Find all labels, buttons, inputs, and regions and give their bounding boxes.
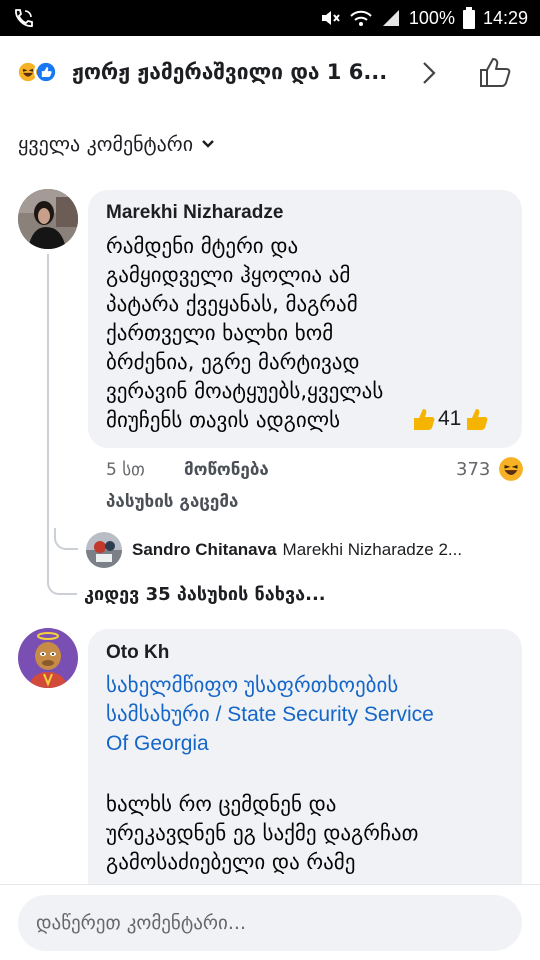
avatar-image <box>18 189 78 249</box>
comment-text: ხალხს რო ცემდნენ და ურეკავდნენ ეგ საქმე … <box>106 792 419 874</box>
clock: 14:29 <box>482 7 528 28</box>
filter-label: ყველა კომენტარი <box>18 132 194 156</box>
chevron-right-icon[interactable] <box>418 60 440 86</box>
like-button[interactable] <box>478 56 512 88</box>
avatar[interactable] <box>18 628 78 688</box>
comment-author[interactable]: Marekhi Nizharadze <box>106 202 283 224</box>
thumbs-up-emoji-icon <box>467 409 488 430</box>
comment-input[interactable]: დაწერეთ კომენტარი... <box>18 895 522 951</box>
mute-icon <box>321 11 340 25</box>
view-more-replies-link[interactable]: კიდევ 35 პასუხის ნახვა... <box>84 584 326 605</box>
thumbs-up-emoji-icon <box>414 409 435 430</box>
comment-reply-button[interactable]: პასუხის გაცემა <box>106 492 238 512</box>
reaction-count: 373 <box>456 458 491 480</box>
comment-timestamp: 5 სთ <box>106 460 145 480</box>
like-reaction-icon <box>34 60 58 84</box>
comment-text: რამდენი მტერი და გამყიდველი ჰყოლია ამ პა… <box>106 234 384 432</box>
avatar-image <box>18 628 78 688</box>
phone-call-icon <box>15 9 33 27</box>
comment-reaction-count[interactable]: 373 <box>456 456 524 482</box>
reply-connector <box>54 528 78 550</box>
reply-avatar-image <box>86 532 122 568</box>
more-replies-connector <box>47 575 77 595</box>
reaction-icons <box>16 60 64 84</box>
battery-percent: 100% <box>408 7 455 28</box>
reactions-bar[interactable]: ჟორჟ ჟამერაშვილი და 1 6... <box>0 36 540 108</box>
signal-icon <box>382 10 399 26</box>
comment-filter-dropdown[interactable]: ყველა კომენტარი <box>18 132 215 156</box>
haha-reaction-icon <box>499 457 524 481</box>
thread-line <box>47 254 49 580</box>
reply-avatar[interactable] <box>86 532 122 568</box>
status-bar: 100% 14:29 <box>0 0 540 36</box>
comment-tail-number: 41 <box>438 407 462 430</box>
comment-author[interactable]: Oto Kh <box>106 642 169 664</box>
comment-like-button[interactable]: მოწონება <box>184 460 269 480</box>
reply-preview[interactable]: Sandro Chitanava Marekhi Nizharadze 2... <box>86 532 462 568</box>
reaction-summary[interactable]: ჟორჟ ჟამერაშვილი და 1 6... <box>72 60 387 84</box>
tagged-page-link[interactable]: სახელმწიფო უსაფრთხოების სამსახური / Stat… <box>106 671 516 758</box>
comment-tail: 41 <box>410 406 489 432</box>
avatar[interactable] <box>18 189 78 249</box>
reply-text: Marekhi Nizharadze 2... <box>282 540 463 559</box>
reply-author[interactable]: Sandro Chitanava <box>132 540 277 560</box>
comment-composer: დაწერეთ კომენტარი... <box>0 884 540 960</box>
battery-icon <box>462 7 475 29</box>
wifi-icon <box>350 10 372 26</box>
chevron-down-icon <box>202 140 214 148</box>
